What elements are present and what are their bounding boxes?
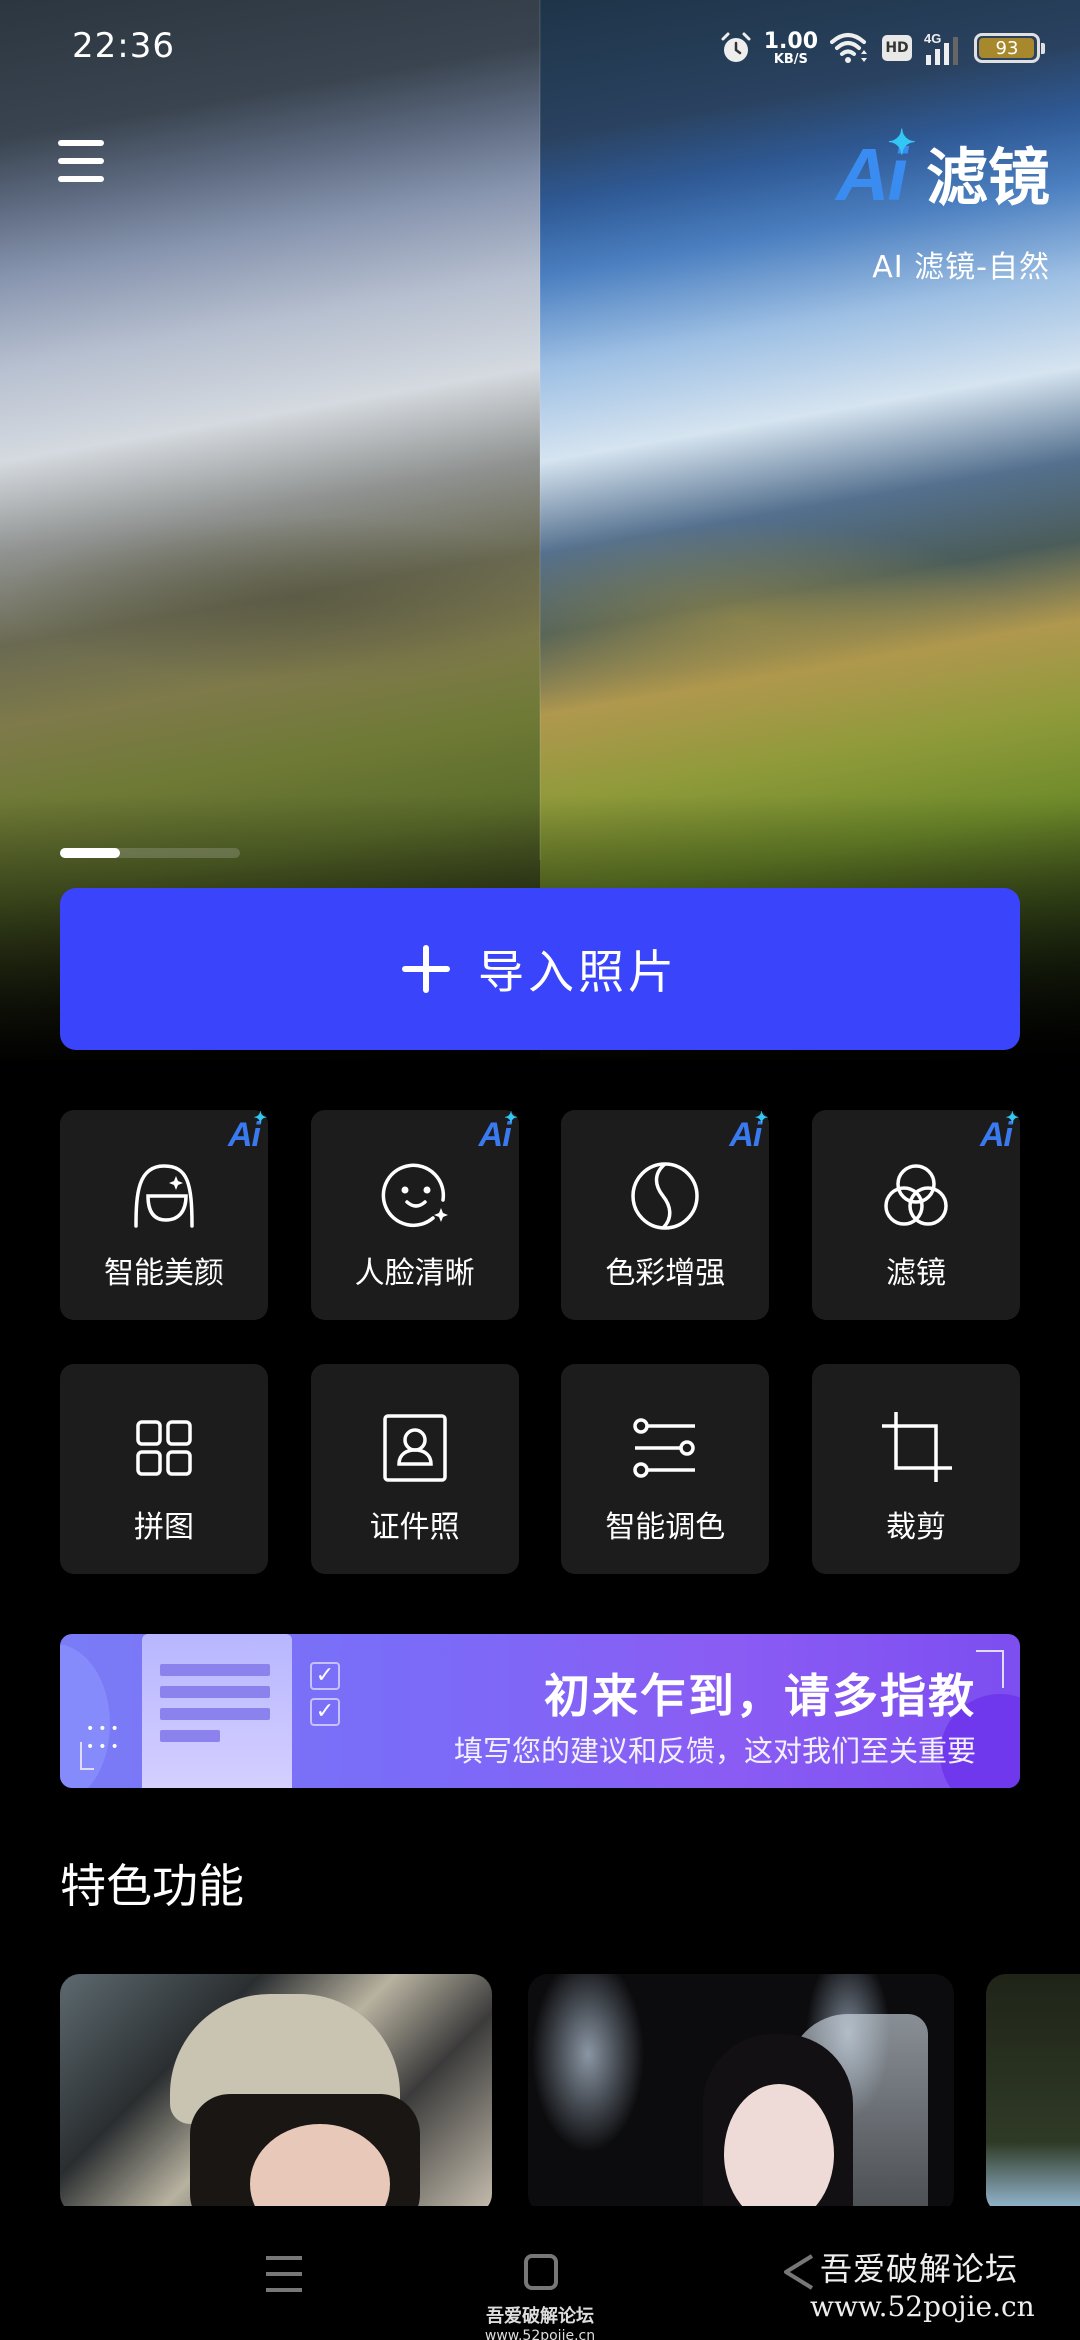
filter-name-label: AI 滤镜-自然 — [872, 250, 1050, 285]
tool-crop[interactable]: 裁剪 — [811, 1364, 1020, 1574]
import-photo-button[interactable]: 导入照片 — [60, 888, 1020, 1050]
carousel-indicator — [60, 848, 240, 858]
checkbox-icon: ✓ — [310, 1698, 340, 1726]
ai-badge: Ai ✦ — [228, 1110, 267, 1154]
tool-color-enhance[interactable]: Ai ✦ 色彩增强 — [561, 1110, 770, 1320]
smile-face-icon — [375, 1154, 455, 1234]
tool-id-photo[interactable]: 证件照 — [310, 1364, 519, 1574]
basic-tools-row: 拼图 证件照 智能调色 裁剪 — [60, 1364, 1020, 1574]
id-photo-icon — [375, 1408, 455, 1488]
hamburger-menu-icon[interactable] — [56, 136, 106, 186]
tool-smart-beauty[interactable]: Ai ✦ 智能美颜 — [60, 1110, 268, 1320]
tool-collage[interactable]: 拼图 — [60, 1364, 268, 1574]
featured-card-portrait-cap[interactable] — [60, 1974, 492, 2206]
brand-logo: Ai ✦ 滤镜 — [835, 124, 1050, 216]
back-icon[interactable] — [780, 2252, 816, 2292]
ai-tools-row: Ai ✦ 智能美颜 Ai ✦ 人脸清晰 Ai ✦ 色彩增强 Ai ✦ 滤镜 — [60, 1110, 1020, 1320]
brand-name: 滤镜 — [925, 140, 1050, 214]
document-illustration — [142, 1634, 292, 1788]
status-time: 22:36 — [72, 26, 175, 66]
alarm-icon — [721, 32, 751, 62]
feedback-banner[interactable]: ✓ ✓ ••• ••• 初来乍到，请多指教 填写您的建议和反馈，这对我们至关重要 — [60, 1634, 1020, 1788]
battery-level: 93 — [995, 37, 1019, 59]
featured-carousel[interactable] — [60, 1974, 1080, 2206]
hd-icon: HD — [882, 35, 912, 61]
ai-badge: Ai ✦ — [979, 1110, 1019, 1154]
home-icon[interactable] — [524, 2254, 558, 2290]
wifi-icon — [830, 33, 867, 63]
banner-subtitle: 填写您的建议和反馈，这对我们至关重要 — [453, 1734, 976, 1768]
featured-card-portrait-bride[interactable] — [528, 1974, 954, 2206]
watermark-center: 吾爱破解论坛 www.52pojie.cn — [484, 2306, 596, 2340]
battery-icon: 93 — [974, 33, 1045, 63]
crop-icon — [876, 1408, 956, 1488]
ai-badge: Ai ✦ — [478, 1110, 518, 1154]
filter-circles-icon — [876, 1154, 956, 1234]
recents-icon[interactable] — [266, 2256, 302, 2296]
adjust-sliders-icon — [625, 1408, 705, 1488]
system-nav-bar: 吾爱破解论坛 www.52pojie.cn 吾爱破解论坛 www.52pojie… — [0, 2220, 1080, 2340]
face-beauty-icon — [124, 1154, 204, 1234]
sparkle-icon: ✦ — [887, 124, 915, 162]
tool-smart-color[interactable]: 智能调色 — [561, 1364, 770, 1574]
color-enhance-icon — [625, 1154, 705, 1234]
comparison-divider — [539, 0, 541, 860]
checkbox-icon: ✓ — [310, 1662, 340, 1690]
featured-section-title: 特色功能 — [60, 1859, 244, 1913]
network-speed: 1.00 KB/S — [763, 28, 818, 67]
signal-icon: 4G — [924, 31, 958, 65]
tool-face-clarity[interactable]: Ai ✦ 人脸清晰 — [310, 1110, 519, 1320]
banner-title: 初来乍到，请多指教 — [544, 1669, 976, 1723]
status-icons: 1.00 KB/S HD 4G 93 — [720, 28, 1045, 68]
watermark-right: 吾爱破解论坛 www.52pojie.cn — [810, 2250, 1035, 2323]
plus-icon — [402, 945, 450, 993]
ai-logo: Ai ✦ — [835, 124, 916, 216]
collage-grid-icon — [124, 1408, 204, 1488]
tool-filter[interactable]: Ai ✦ 滤镜 — [811, 1110, 1020, 1320]
ai-badge: Ai ✦ — [729, 1110, 768, 1154]
status-bar: 22:36 1.00 KB/S HD 4G 93 — [0, 0, 1080, 96]
svg-text:4G: 4G — [924, 31, 941, 46]
featured-card-partial[interactable] — [986, 1974, 1080, 2206]
